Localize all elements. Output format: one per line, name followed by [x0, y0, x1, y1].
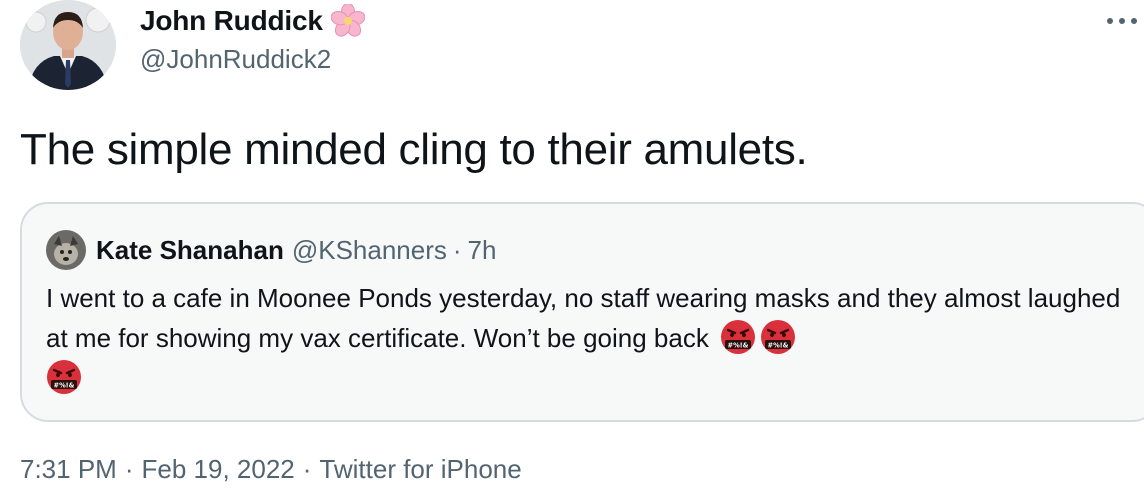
tweet-time[interactable]: 7:31 PM	[20, 454, 117, 484]
author-name-row: John Ruddick	[140, 3, 366, 38]
tweet-metadata: 7:31 PM · Feb 19, 2022 · Twitter for iPhone	[20, 454, 522, 485]
meta-separator: ·	[302, 454, 312, 484]
quoted-author-avatar[interactable]	[46, 230, 86, 270]
author-handle[interactable]: @JohnRuddick2	[140, 44, 331, 75]
quoted-author-handle[interactable]: @KShanners	[292, 235, 447, 266]
dog-avatar-icon	[46, 230, 86, 270]
quoted-tweet-body: I went to a cafe in Moonee Ponds yesterd…	[46, 283, 1121, 353]
tweet: John Ruddick @JohnRuddick2 The simple mi…	[0, 0, 1144, 496]
ellipsis-icon	[1107, 18, 1137, 24]
svg-text:#%!&: #%!&	[768, 341, 789, 349]
svg-text:#%!&: #%!&	[728, 341, 749, 349]
tweet-source[interactable]: Twitter for iPhone	[319, 454, 521, 484]
face-with-symbols-on-mouth-icon: #%!&	[760, 319, 796, 355]
person-in-suit-avatar-icon	[20, 0, 116, 90]
face-with-symbols-on-mouth-icon: #%!&	[46, 359, 82, 395]
author-name[interactable]: John Ruddick	[140, 5, 323, 37]
quoted-tweet-card[interactable]: Kate Shanahan @KShanners · 7h I went to …	[20, 202, 1144, 422]
tweet-date[interactable]: Feb 19, 2022	[142, 454, 295, 484]
tweet-text: The simple minded cling to their amulets…	[20, 125, 808, 174]
svg-text:#%!&: #%!&	[54, 381, 75, 389]
quoted-author-name[interactable]: Kate Shanahan	[96, 235, 284, 266]
quoted-tweet-header: Kate Shanahan @KShanners · 7h	[46, 230, 496, 270]
more-options-button[interactable]	[1100, 6, 1140, 36]
cherry-blossom-icon	[330, 3, 366, 38]
quoted-timestamp[interactable]: 7h	[468, 235, 497, 266]
author-avatar[interactable]	[20, 0, 116, 90]
quoted-separator: ·	[452, 234, 462, 265]
face-with-symbols-on-mouth-icon: #%!&	[720, 319, 756, 355]
quoted-tweet-text: I went to a cafe in Moonee Ponds yesterd…	[46, 278, 1126, 398]
meta-separator: ·	[124, 454, 134, 484]
